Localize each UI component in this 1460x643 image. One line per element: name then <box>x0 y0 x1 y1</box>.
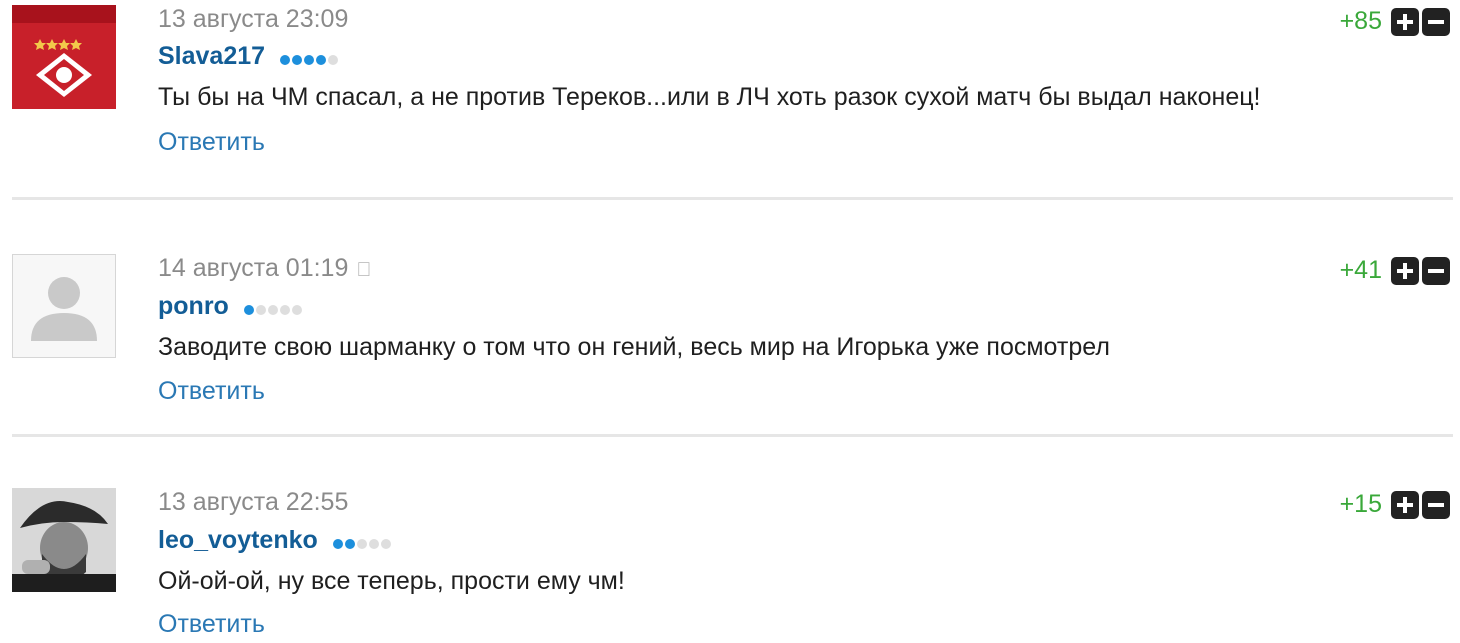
score-box: +15 <box>1340 490 1450 519</box>
rating-dot <box>328 54 338 65</box>
reply-button[interactable]: Ответить <box>158 377 265 406</box>
username-link[interactable]: Slava217 <box>158 42 340 72</box>
rating-dot <box>304 54 314 65</box>
rating-dot <box>279 304 290 315</box>
rating-dot <box>243 304 254 315</box>
comment-text: Ты бы на ЧМ спасал, а не против Тереков.… <box>158 83 1261 111</box>
rating-dot <box>344 538 355 549</box>
rating-dot <box>332 538 343 549</box>
rating-dot <box>380 538 391 549</box>
upvote-button[interactable] <box>1391 7 1419 36</box>
comment-date: 14 августа 01:19  <box>158 254 371 283</box>
reply-button[interactable]: Ответить <box>158 610 265 639</box>
rating-dot <box>292 54 302 65</box>
comment-text: Заводите свою шарманку о том что он гени… <box>158 333 1110 361</box>
spartak-logo-icon <box>12 5 116 109</box>
score-box: +85 <box>1340 7 1450 36</box>
comment-divider <box>12 434 1453 437</box>
comment-date: 13 августа 22:55 <box>158 488 349 516</box>
upvote-button[interactable] <box>1391 256 1419 285</box>
rating-dot <box>368 538 379 549</box>
comment-score: +15 <box>1339 490 1382 518</box>
rating-dot <box>255 304 266 315</box>
username-link[interactable]: ponro <box>158 292 304 322</box>
rating-dot <box>280 54 290 65</box>
comment-date-text: 14 августа 01:19 <box>158 254 349 282</box>
user-rating-dots <box>243 293 304 322</box>
username[interactable]: leo_voytenko <box>158 526 318 554</box>
username-link[interactable]: leo_voytenko <box>158 526 393 556</box>
rating-dot <box>316 54 326 65</box>
comment-text: Ой-ой-ой, ну все теперь, прости ему чм! <box>158 567 625 595</box>
default-user-icon <box>31 277 97 341</box>
username[interactable]: Slava217 <box>158 42 265 70</box>
avatar[interactable] <box>12 488 116 592</box>
username[interactable]: ponro <box>158 292 229 320</box>
apple-icon:  <box>356 259 371 281</box>
user-photo-icon <box>12 488 116 592</box>
downvote-button[interactable] <box>1422 490 1450 519</box>
user-rating-dots <box>332 527 393 556</box>
upvote-button[interactable] <box>1391 490 1419 519</box>
comment-divider <box>12 197 1453 200</box>
comment-score: +41 <box>1339 256 1382 284</box>
downvote-button[interactable] <box>1422 7 1450 36</box>
avatar[interactable] <box>12 254 116 358</box>
comment-date: 13 августа 23:09 <box>158 5 349 33</box>
score-box: +41 <box>1340 256 1450 285</box>
rating-dot <box>267 304 278 315</box>
avatar[interactable] <box>12 5 116 109</box>
user-rating-dots <box>280 43 340 72</box>
rating-dot <box>291 304 302 315</box>
rating-dot <box>356 538 367 549</box>
reply-button[interactable]: Ответить <box>158 128 265 157</box>
downvote-button[interactable] <box>1422 256 1450 285</box>
comment-score: +85 <box>1339 7 1382 35</box>
